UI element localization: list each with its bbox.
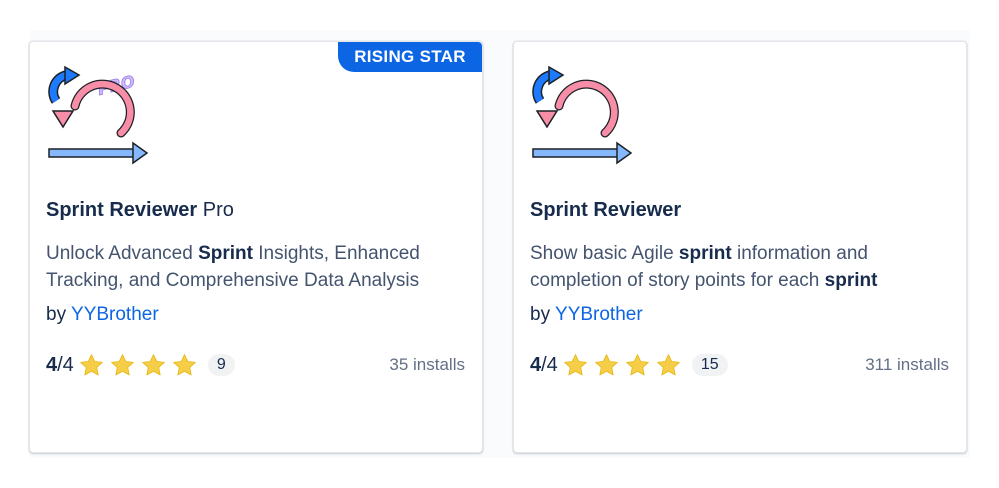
app-title[interactable]: Sprint Reviewer — [530, 199, 681, 222]
star-rating — [562, 352, 682, 379]
star-icon — [562, 352, 589, 379]
rating-score: 4/4 — [46, 353, 74, 376]
app-description: Show basic Agile sprint information and … — [530, 243, 878, 291]
sprint-reviewer-logo-icon — [529, 65, 633, 169]
star-icon — [171, 352, 198, 379]
rising-star-badge: RISING STAR — [338, 42, 482, 72]
star-icon — [109, 352, 136, 379]
review-count: 9 — [207, 354, 235, 376]
app-card-sprint-reviewer-pro[interactable]: RISING STAR PRO Sprint Reviewer Pro Unlo… — [29, 41, 483, 453]
app-title[interactable]: Sprint Reviewer Pro — [46, 199, 234, 222]
vendor-link[interactable]: YYBrother — [71, 304, 159, 325]
star-icon — [624, 352, 651, 379]
vendor-line: by YYBrother — [46, 304, 159, 325]
sprint-reviewer-pro-logo-icon: PRO — [45, 65, 149, 169]
rating-row: 4/4 15 311 installs — [530, 350, 949, 380]
app-card-sprint-reviewer[interactable]: Sprint Reviewer Show basic Agile sprint … — [513, 41, 967, 453]
review-count: 15 — [691, 354, 728, 376]
app-description: Unlock Advanced Sprint Insights, Enhance… — [46, 243, 420, 291]
star-rating — [78, 352, 198, 379]
star-icon — [593, 352, 620, 379]
vendor-link[interactable]: YYBrother — [555, 304, 643, 325]
vendor-line: by YYBrother — [530, 304, 643, 325]
star-icon — [140, 352, 167, 379]
star-icon — [655, 352, 682, 379]
rating-score: 4/4 — [530, 353, 558, 376]
rating-row: 4/4 9 35 installs — [46, 350, 465, 380]
install-count: 311 installs — [865, 355, 949, 374]
star-icon — [78, 352, 105, 379]
install-count: 35 installs — [389, 355, 465, 374]
